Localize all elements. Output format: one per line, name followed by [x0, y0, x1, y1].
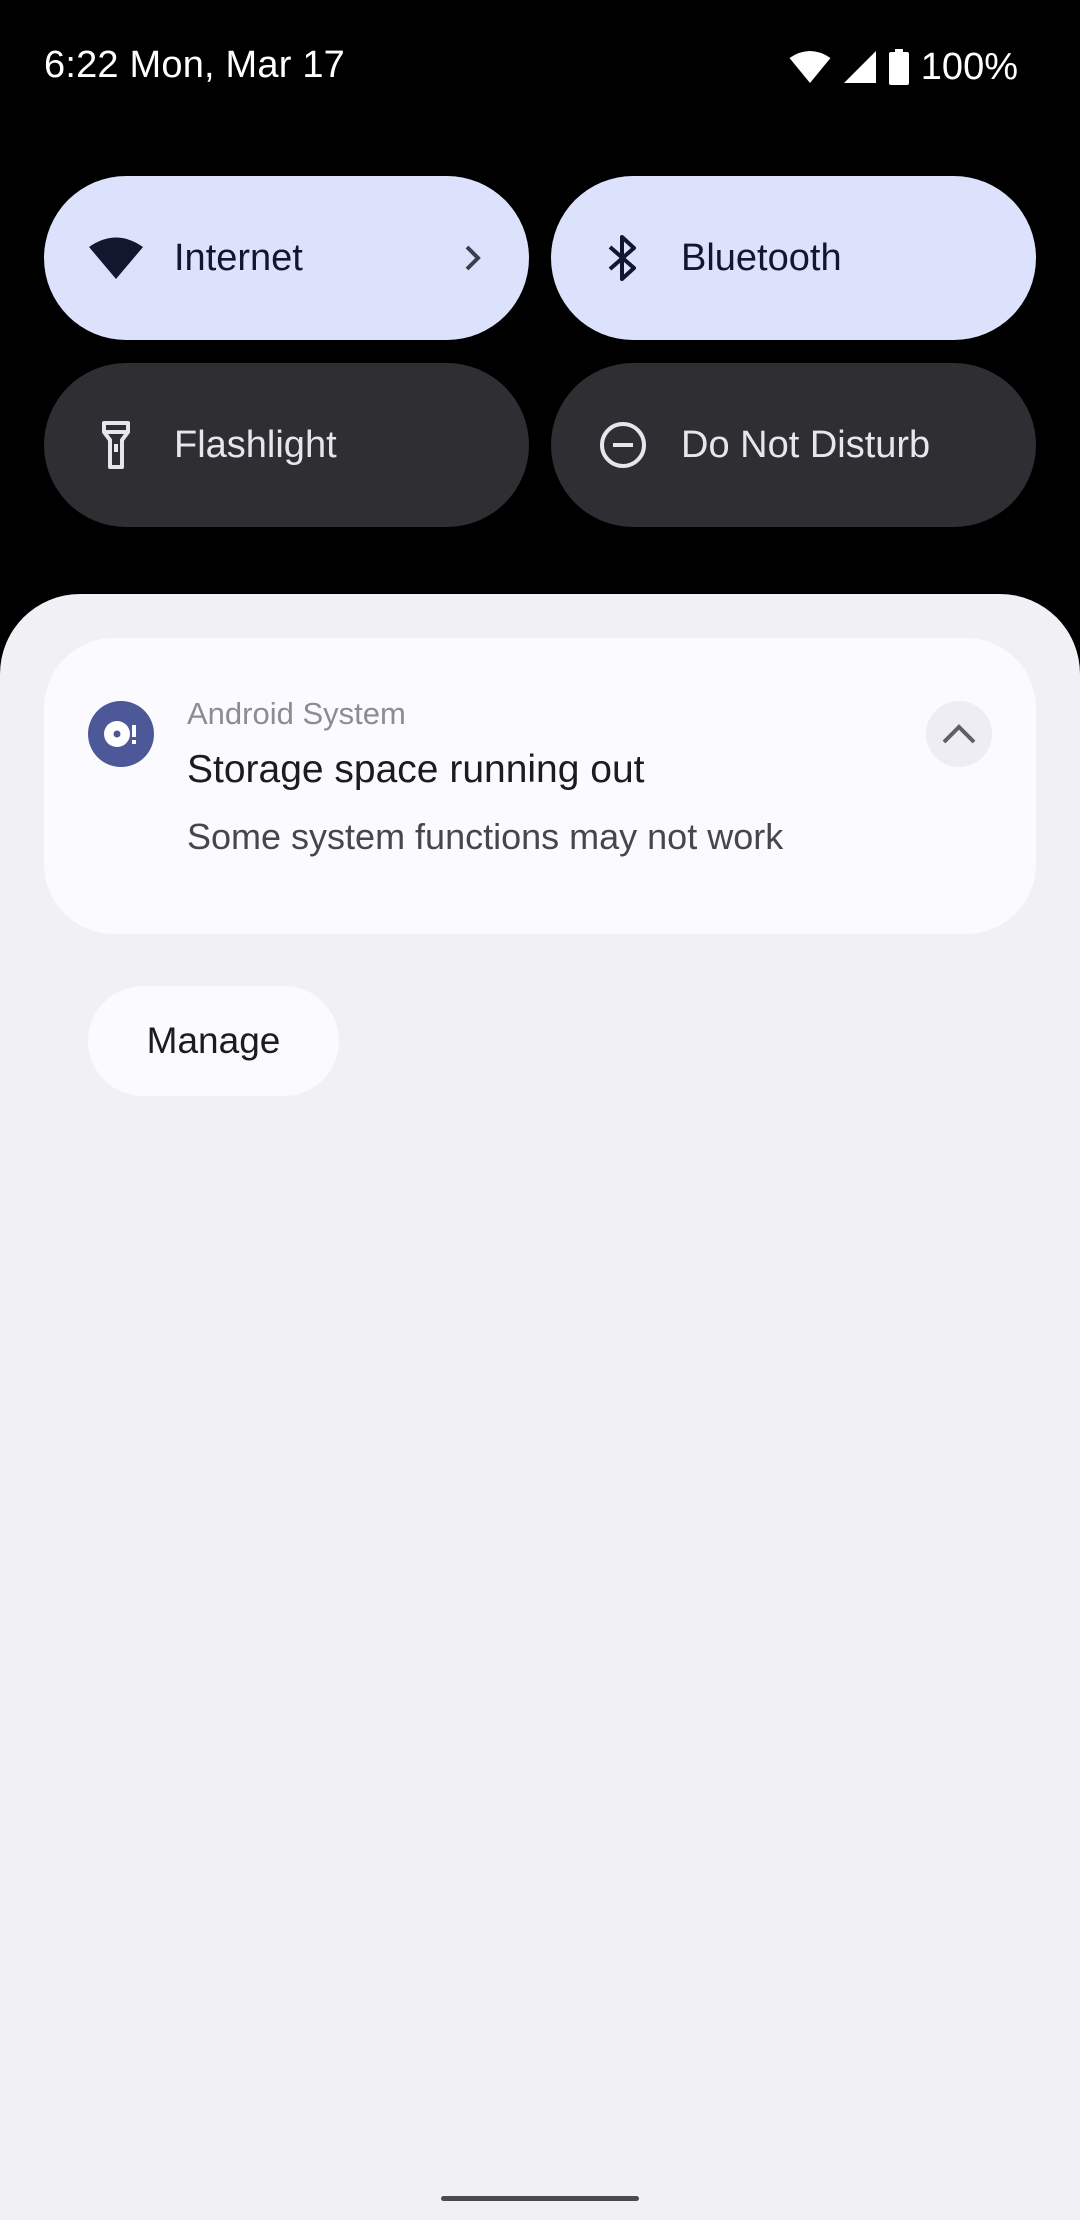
tile-label: Flashlight	[174, 423, 337, 466]
do-not-disturb-icon	[593, 415, 653, 475]
chevron-right-icon	[457, 242, 489, 274]
wifi-icon	[789, 50, 831, 84]
notification-shade: Android System Storage space running out…	[0, 594, 1080, 2220]
chevron-up-icon[interactable]	[926, 701, 992, 767]
battery-percentage: 100%	[920, 45, 1018, 88]
tile-flashlight[interactable]: Flashlight	[44, 363, 529, 527]
tile-bluetooth[interactable]: Bluetooth	[551, 176, 1036, 340]
cell-signal-icon	[843, 50, 877, 84]
flashlight-icon	[86, 415, 146, 475]
bluetooth-icon	[593, 228, 653, 288]
tile-label: Bluetooth	[681, 236, 842, 279]
manage-button[interactable]: Manage	[88, 986, 339, 1096]
notification-title: Storage space running out	[187, 748, 645, 791]
status-icons: 100%	[789, 44, 1018, 90]
status-bar: 6:22 Mon, Mar 17 100%	[0, 0, 1080, 134]
battery-icon	[888, 49, 909, 85]
notification-app-name: Android System	[187, 696, 406, 731]
home-indicator[interactable]	[441, 2196, 639, 2201]
tile-label: Internet	[174, 236, 303, 279]
wifi-icon	[86, 228, 146, 288]
notification-card[interactable]: Android System Storage space running out…	[44, 638, 1036, 934]
tile-internet[interactable]: Internet	[44, 176, 529, 340]
tile-label: Do Not Disturb	[681, 423, 931, 466]
notification-body: Some system functions may not work	[187, 816, 784, 857]
storage-warning-icon	[88, 701, 154, 767]
status-time-date: 6:22 Mon, Mar 17	[44, 44, 346, 86]
tile-do-not-disturb[interactable]: Do Not Disturb	[551, 363, 1036, 527]
